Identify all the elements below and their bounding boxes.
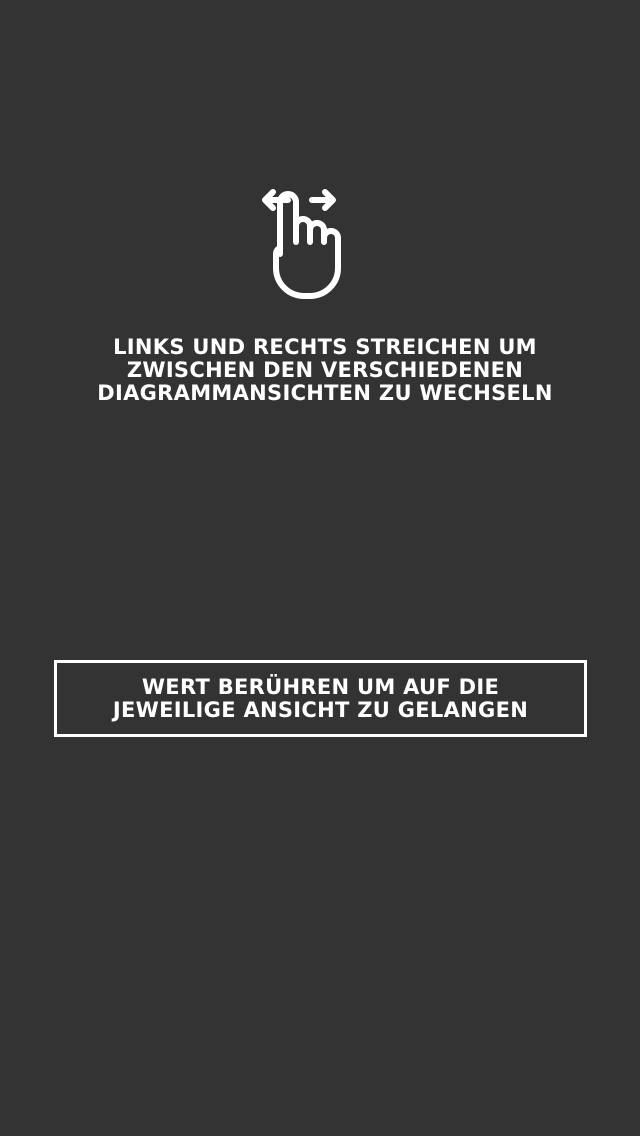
tap-hint-box[interactable]: Wert berühren um auf die jeweilige Ansic… xyxy=(54,660,587,737)
swipe-gesture-icon xyxy=(258,184,358,302)
swipe-hint-text: Links und rechts streichen um zwischen d… xyxy=(97,335,553,405)
tap-hint-text: Wert berühren um auf die jeweilige Ansic… xyxy=(112,674,529,722)
